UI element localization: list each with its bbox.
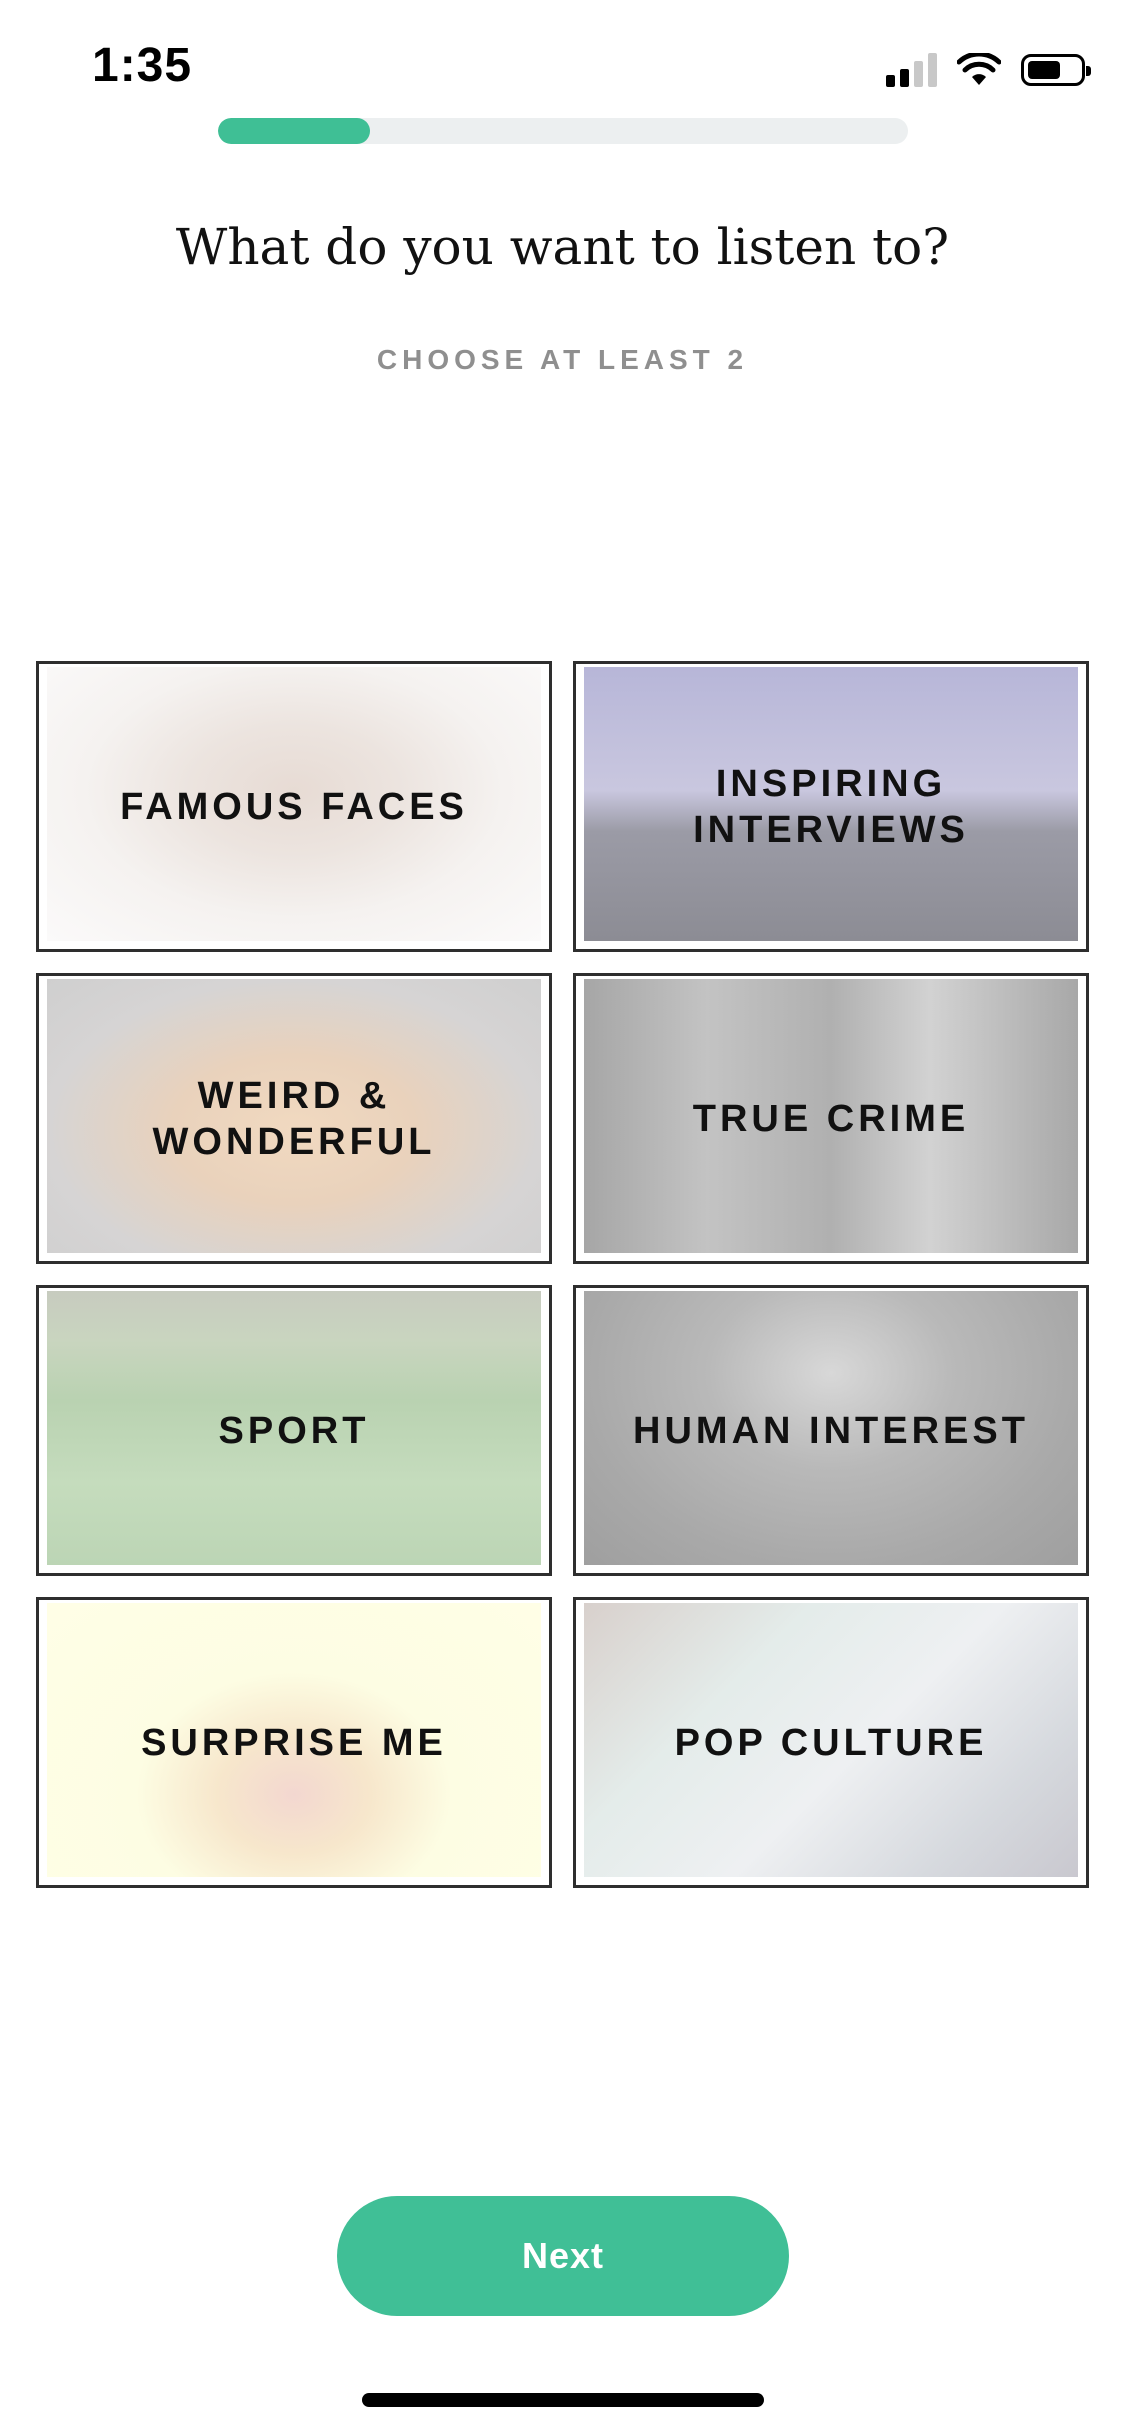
category-label: FAMOUS FACES <box>120 785 468 828</box>
category-tile-human-interest[interactable]: HUMAN INTEREST <box>573 1285 1089 1576</box>
category-label: SURPRISE ME <box>141 1721 447 1764</box>
category-grid: FAMOUS FACES INSPIRING INTERVIEWS WEIRD … <box>36 661 1089 1888</box>
wifi-icon <box>957 53 1001 85</box>
status-icons <box>886 50 1091 90</box>
category-tile-inspiring-interviews[interactable]: INSPIRING INTERVIEWS <box>573 661 1089 952</box>
category-label: WEIRD & WONDERFUL <box>152 1074 436 1163</box>
category-label: TRUE CRIME <box>692 1097 970 1140</box>
category-tile-sport[interactable]: SPORT <box>36 1285 552 1576</box>
category-label: POP CULTURE <box>674 1721 988 1764</box>
battery-icon <box>1021 54 1091 86</box>
status-bar: 1:35 <box>0 0 1125 132</box>
category-label: HUMAN INTEREST <box>633 1409 1029 1452</box>
cellular-signal-icon <box>886 53 937 87</box>
category-tile-pop-culture[interactable]: POP CULTURE <box>573 1597 1089 1888</box>
onboarding-progress-fill <box>218 118 370 144</box>
category-tile-weird-wonderful[interactable]: WEIRD & WONDERFUL <box>36 973 552 1264</box>
category-tile-famous-faces[interactable]: FAMOUS FACES <box>36 661 552 952</box>
onboarding-progress-bar <box>218 118 908 144</box>
category-label: INSPIRING INTERVIEWS <box>693 762 969 851</box>
next-button[interactable]: Next <box>337 2196 789 2316</box>
category-label: SPORT <box>218 1409 370 1452</box>
status-time: 1:35 <box>92 39 193 92</box>
category-tile-true-crime[interactable]: TRUE CRIME <box>573 973 1089 1264</box>
page-subtitle: CHOOSE AT LEAST 2 <box>376 344 749 375</box>
category-tile-surprise-me[interactable]: SURPRISE ME <box>36 1597 552 1888</box>
home-indicator <box>362 2393 764 2407</box>
page-title: What do you want to listen to? <box>175 218 950 276</box>
